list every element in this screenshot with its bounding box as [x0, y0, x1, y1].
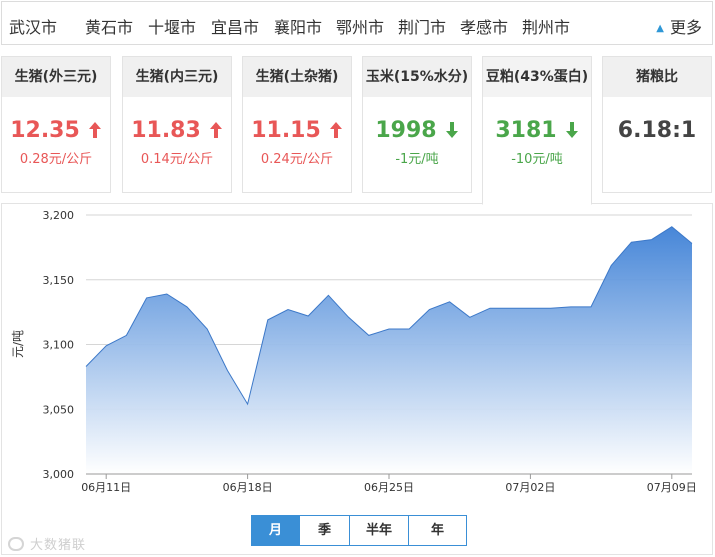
x-tick-label: 06月11日: [81, 481, 131, 494]
y-tick-label: 3,100: [43, 339, 75, 352]
area-chart: 3,000 3,050 3,100 3,150 3,200 06月11日 06月18日 06月…: [11, 209, 697, 494]
city-tab-jingzhou[interactable]: 荆州市: [522, 14, 570, 38]
card-price-value: 3181: [495, 118, 557, 143]
arrow-down-icon: [565, 122, 578, 138]
watermark-logo-icon: [8, 537, 24, 551]
watermark: 大数猪联: [8, 534, 86, 553]
card-price-value: 12.35: [10, 118, 80, 143]
card-title: 玉米(15%水分): [363, 57, 471, 97]
city-bar: 武汉市 黄石市 十堰市 宜昌市 襄阳市 鄂州市 荆门市 孝感市 荆州市 ▲ 更多: [1, 1, 713, 45]
price-card-corn[interactable]: 玉米(15%水分) 1998 -1元/吨: [362, 56, 472, 193]
card-title: 生猪(外三元): [2, 57, 110, 97]
period-tab-quarter[interactable]: 季: [299, 515, 350, 546]
price-card-soybean-meal[interactable]: 豆粕(43%蛋白) 3181 -10元/吨: [482, 56, 592, 205]
x-tick-label: 07月02日: [505, 481, 555, 494]
arrow-up-icon: [88, 122, 101, 138]
more-label: 更多: [669, 18, 702, 37]
arrow-down-icon: [445, 122, 458, 138]
series-area: [86, 226, 692, 474]
card-change: -1元/吨: [395, 152, 439, 167]
city-tab-yichang[interactable]: 宜昌市: [211, 14, 259, 38]
y-tick-label: 3,150: [43, 274, 75, 287]
card-price: 11.15: [243, 118, 351, 143]
y-tick-label: 3,000: [43, 468, 75, 481]
card-price: 1998: [363, 118, 471, 143]
x-tick-label: 06月18日: [223, 481, 273, 494]
city-tab-xiaogan[interactable]: 孝感市: [460, 14, 508, 38]
card-price-value: 1998: [375, 118, 437, 143]
card-price: 11.83: [123, 118, 231, 143]
city-tab-wuhan[interactable]: 武汉市: [9, 14, 57, 38]
city-tab-xiangyang[interactable]: 襄阳市: [274, 14, 322, 38]
price-card-pig-grain-ratio[interactable]: 猪粮比 6.18:1: [602, 56, 712, 193]
card-price: 3181: [483, 118, 591, 143]
card-price-value: 11.15: [251, 118, 321, 143]
city-tab-shiyan[interactable]: 十堰市: [148, 14, 196, 38]
card-title: 生猪(内三元): [123, 57, 231, 97]
city-tab-ezhou[interactable]: 鄂州市: [336, 14, 384, 38]
more-button[interactable]: ▲ 更多: [656, 14, 702, 38]
triangle-up-icon: ▲: [656, 23, 664, 34]
card-title: 生猪(土杂猪): [243, 57, 351, 97]
city-tab-jingmen[interactable]: 荆门市: [398, 14, 446, 38]
card-price: 6.18:1: [603, 118, 711, 143]
y-axis-label: 元/吨: [11, 330, 25, 358]
x-tick-label: 07月09日: [647, 481, 697, 494]
card-price-value: 6.18:1: [617, 118, 697, 143]
price-card-pig-local[interactable]: 生猪(土杂猪) 11.15 0.24元/公斤: [242, 56, 352, 193]
watermark-text: 大数猪联: [30, 538, 87, 553]
price-card-pig-inner[interactable]: 生猪(内三元) 11.83 0.14元/公斤: [122, 56, 232, 193]
card-title: 豆粕(43%蛋白): [483, 57, 591, 97]
period-tab-year[interactable]: 年: [408, 515, 467, 546]
card-change: 0.28元/公斤: [19, 152, 93, 167]
card-title: 猪粮比: [603, 57, 711, 97]
price-chart: 3,000 3,050 3,100 3,150 3,200 06月11日 06月18日 06月…: [1, 203, 713, 555]
card-price: 12.35: [2, 118, 110, 143]
card-change: -10元/吨: [511, 152, 563, 167]
y-tick-label: 3,200: [43, 209, 75, 222]
card-change: 0.24元/公斤: [260, 152, 334, 167]
arrow-up-icon: [209, 122, 222, 138]
period-tab-half-year[interactable]: 半年: [349, 515, 409, 546]
arrow-up-icon: [329, 122, 342, 138]
card-price-value: 11.83: [131, 118, 201, 143]
card-change: 0.14元/公斤: [140, 152, 214, 167]
city-tab-huangshi[interactable]: 黄石市: [85, 14, 133, 38]
period-tab-month[interactable]: 月: [251, 515, 300, 546]
x-tick-label: 06月25日: [364, 481, 414, 494]
price-card-pig-outer[interactable]: 生猪(外三元) 12.35 0.28元/公斤: [1, 56, 111, 193]
y-tick-label: 3,050: [43, 403, 75, 416]
